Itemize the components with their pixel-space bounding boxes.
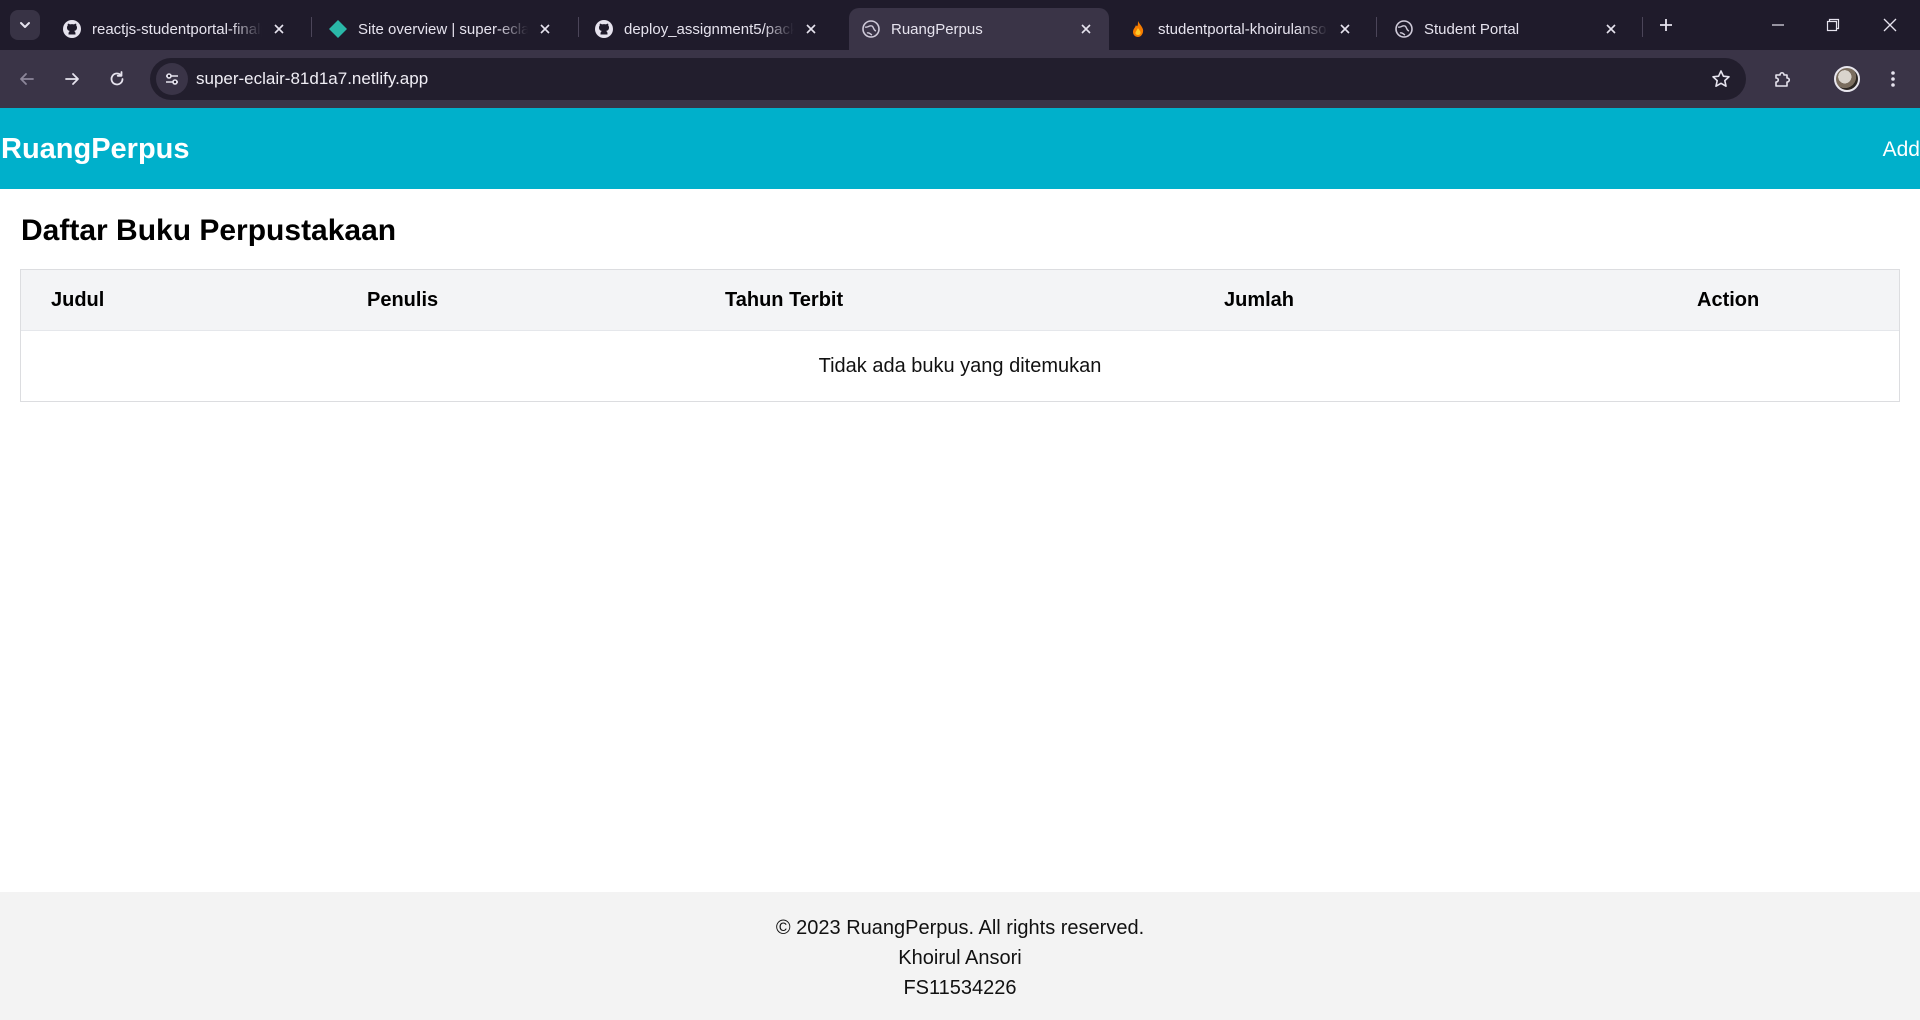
browser-tab[interactable]: deploy_assignment5/package.json <box>582 8 834 50</box>
globe-icon <box>861 19 881 39</box>
new-tab-button[interactable] <box>1652 12 1680 38</box>
restore-button[interactable] <box>1813 8 1853 42</box>
footer-author: Khoirul Ansori <box>898 947 1022 969</box>
tab-separator <box>1642 17 1643 37</box>
footer-copyright: © 2023 RuangPerpus. All rights reserved. <box>775 917 1145 939</box>
books-table: Judul Penulis Tahun Terbit Jumlah Action… <box>20 269 1900 402</box>
footer-student-id: FS11534226 <box>903 977 1017 999</box>
github-icon <box>594 19 614 39</box>
github-icon <box>62 19 82 39</box>
firebase-icon <box>1128 19 1148 39</box>
puzzle-icon <box>1775 71 1791 87</box>
tab-separator <box>311 17 312 37</box>
url-text[interactable]: super-eclair-81d1a7.netlify.app <box>196 58 428 100</box>
avatar <box>1834 66 1860 92</box>
browser-tab[interactable]: Site overview | super-eclair-81d1a7 <box>316 8 568 50</box>
reload-icon <box>110 71 124 86</box>
tab-title: Student Portal <box>1424 20 1520 38</box>
arrow-right-icon <box>65 73 79 85</box>
globe-icon <box>1394 19 1414 39</box>
site-info-button[interactable] <box>156 63 188 95</box>
browser-toolbar: super-eclair-81d1a7.netlify.app <box>0 50 1920 108</box>
brand-logo[interactable]: RuangPerpus <box>1 132 190 166</box>
tab-title: reactjs-studentportal-finalproject <box>92 20 262 38</box>
tab-title: Site overview | super-eclair-81d1a7 <box>358 20 528 38</box>
browser-tab-active[interactable]: RuangPerpus <box>849 8 1109 50</box>
tab-search-button[interactable] <box>10 10 40 40</box>
back-button[interactable] <box>11 63 43 95</box>
window-close-button[interactable] <box>1870 8 1910 42</box>
extensions-button[interactable] <box>1766 63 1798 95</box>
profile-button[interactable] <box>1831 63 1863 95</box>
tab-title: RuangPerpus <box>891 20 983 38</box>
empty-state-message: Tidak ada buku yang ditemukan <box>818 355 1102 377</box>
column-header-tahun-terbit: Tahun Terbit <box>725 289 844 311</box>
close-icon[interactable] <box>1077 20 1095 38</box>
column-header-jumlah: Jumlah <box>1224 289 1295 311</box>
more-vertical-icon <box>1891 71 1895 87</box>
tab-separator <box>578 17 579 37</box>
close-icon[interactable] <box>536 20 554 38</box>
arrow-left-icon <box>20 73 34 85</box>
browser-tab[interactable]: Student Portal <box>1382 8 1634 50</box>
tune-icon <box>166 73 178 85</box>
netlify-icon <box>328 19 348 39</box>
table-header-row: Judul Penulis Tahun Terbit Jumlah Action <box>21 270 1899 331</box>
close-icon <box>1883 18 1897 32</box>
close-icon[interactable] <box>1336 20 1354 38</box>
chevron-down-icon <box>20 22 30 28</box>
minimize-button[interactable] <box>1758 8 1798 42</box>
minimize-icon <box>1772 24 1784 26</box>
tab-separator <box>1376 17 1377 37</box>
site-footer: © 2023 RuangPerpus. All rights reserved.… <box>0 892 1920 1020</box>
site-navbar: RuangPerpus Add <box>0 108 1920 189</box>
tab-title: deploy_assignment5/package.json <box>624 20 794 38</box>
restore-icon <box>1826 18 1840 32</box>
column-header-action: Action <box>1697 289 1760 311</box>
close-icon[interactable] <box>802 20 820 38</box>
star-icon <box>1712 70 1730 87</box>
close-icon[interactable] <box>1602 20 1620 38</box>
browser-tab-strip: reactjs-studentportal-finalproject Site … <box>0 0 1920 50</box>
bookmark-button[interactable] <box>1710 68 1732 90</box>
column-header-judul: Judul <box>51 289 105 311</box>
browser-tab[interactable]: studentportal-khoirulansori <box>1116 8 1368 50</box>
close-icon[interactable] <box>270 20 288 38</box>
tab-title: studentportal-khoirulansori <box>1158 20 1328 38</box>
add-book-link[interactable]: Add <box>1883 138 1920 162</box>
forward-button[interactable] <box>56 63 88 95</box>
menu-button[interactable] <box>1877 63 1909 95</box>
plus-icon <box>1660 19 1672 31</box>
column-header-penulis: Penulis <box>367 289 439 311</box>
address-bar[interactable]: super-eclair-81d1a7.netlify.app <box>150 58 1746 100</box>
browser-tab[interactable]: reactjs-studentportal-finalproject <box>50 8 302 50</box>
reload-button[interactable] <box>101 63 133 95</box>
page-title: Daftar Buku Perpustakaan <box>21 214 397 247</box>
